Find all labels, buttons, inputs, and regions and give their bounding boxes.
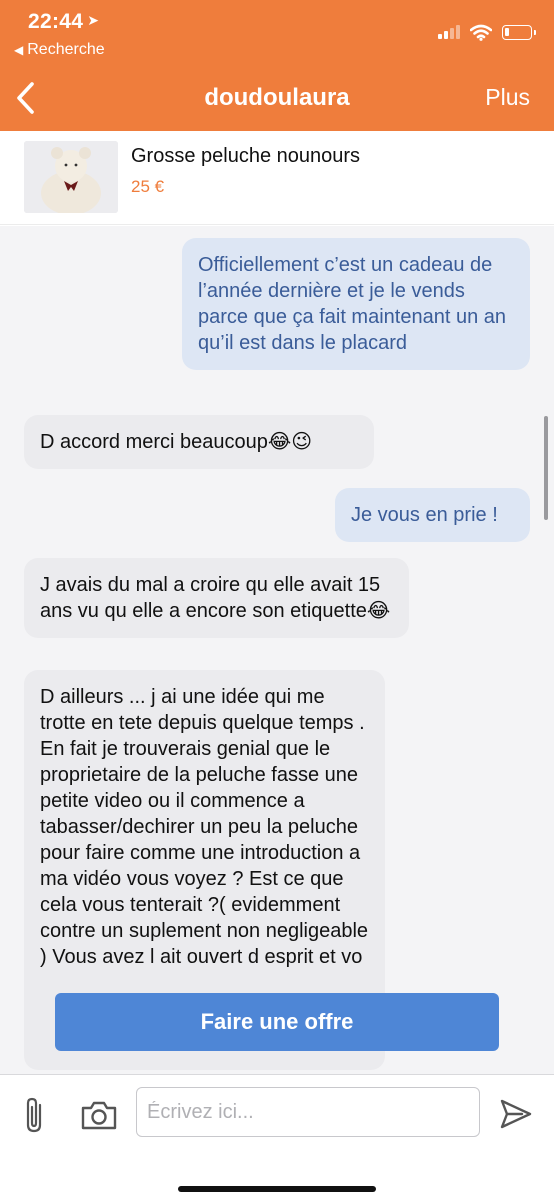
status-time: 22:44 ➤ <box>28 10 99 34</box>
status-back-link[interactable]: ◀ Recherche <box>14 41 105 59</box>
status-icons <box>438 20 536 44</box>
battery-icon <box>502 24 536 40</box>
message-text: D accord merci beaucoup😂😉 <box>40 431 313 453</box>
product-title: Grosse peluche nounours <box>131 145 361 167</box>
message-composer <box>0 1074 554 1200</box>
send-icon[interactable] <box>498 1097 534 1131</box>
app-header: 22:44 ➤ ◀ Recherche doudoulaura Plus <box>0 0 554 131</box>
home-indicator[interactable] <box>178 1186 376 1192</box>
message-bubble-outgoing: Je vous en prie ! <box>335 488 530 542</box>
message-text: D ailleurs ... j ai une idée qui me trot… <box>40 686 369 968</box>
message-list[interactable]: Officiellement c’est un cadeau de l’anné… <box>0 226 554 1074</box>
message-input[interactable] <box>136 1087 480 1137</box>
back-triangle-icon: ◀ <box>14 43 24 57</box>
scrollbar[interactable] <box>544 416 548 520</box>
signal-icon <box>438 25 460 39</box>
more-button[interactable]: Plus <box>485 84 530 111</box>
camera-icon[interactable] <box>80 1099 118 1131</box>
product-price: 25 € <box>131 177 165 196</box>
product-thumbnail <box>24 141 118 213</box>
status-back-label: Recherche <box>27 41 105 58</box>
paperclip-icon[interactable] <box>22 1095 50 1135</box>
message-bubble-outgoing: Officiellement c’est un cadeau de l’anné… <box>182 238 530 370</box>
location-arrow-icon: ➤ <box>87 12 100 28</box>
message-text: Officiellement c’est un cadeau de l’anné… <box>198 254 506 354</box>
message-text: Je vous en prie ! <box>351 504 498 526</box>
wifi-icon <box>470 24 492 41</box>
message-text: J avais du mal a croire qu elle avait 15… <box>40 574 391 622</box>
status-time-text: 22:44 <box>28 10 84 33</box>
message-bubble-incoming: J avais du mal a croire qu elle avait 15… <box>24 558 409 638</box>
make-offer-button[interactable]: Faire une offre <box>55 993 499 1051</box>
message-bubble-incoming: D accord merci beaucoup😂😉 <box>24 415 374 469</box>
conversation-title: doudoulaura <box>204 84 350 111</box>
product-bar[interactable]: Grosse peluche nounours 25 € <box>0 131 554 225</box>
